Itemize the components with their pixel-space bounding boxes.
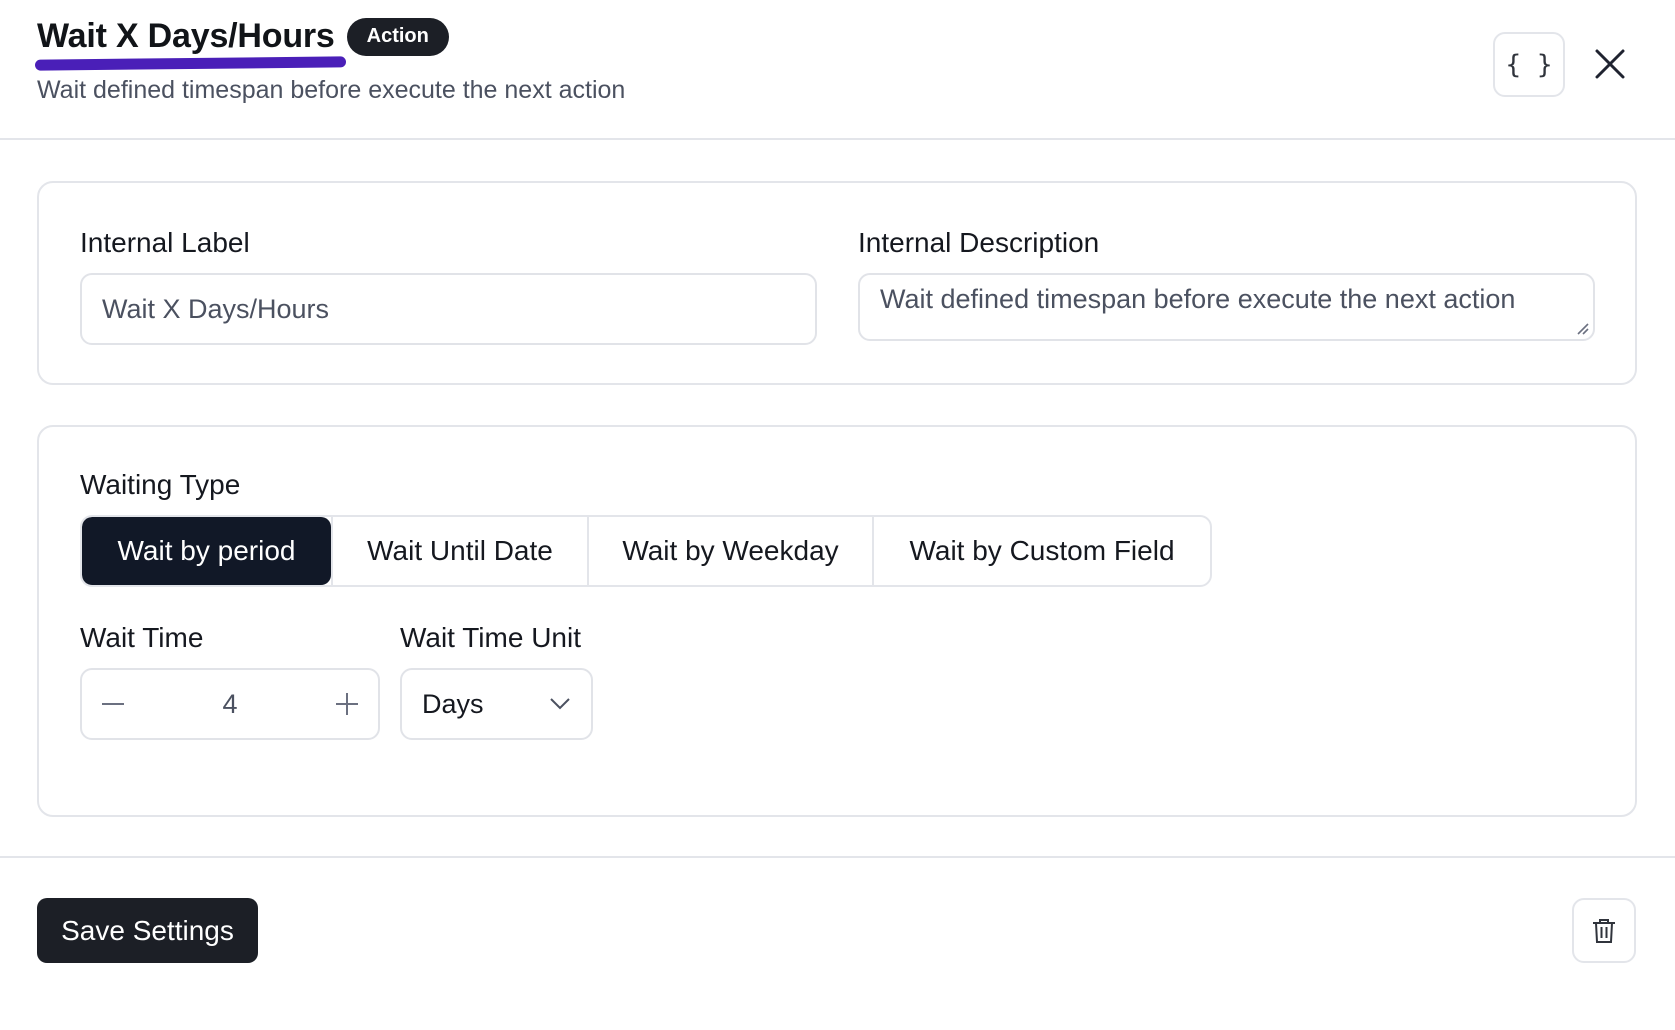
internal-description-textarea[interactable]: Wait defined timespan before execute the… — [858, 273, 1595, 341]
increment-button[interactable] — [334, 691, 360, 717]
footer-divider — [0, 856, 1675, 858]
page-subtitle: Wait defined timespan before execute the… — [37, 76, 626, 104]
internal-description-value: Wait defined timespan before execute the… — [880, 284, 1516, 314]
waiting-type-option-custom-field[interactable]: Wait by Custom Field — [872, 517, 1210, 585]
waiting-type-option-until-date[interactable]: Wait Until Date — [331, 517, 587, 585]
close-icon — [1595, 49, 1625, 79]
waiting-type-option-period[interactable]: Wait by period — [82, 517, 331, 585]
page-title: Wait X Days/Hours — [37, 17, 335, 55]
json-view-button[interactable]: { } — [1493, 32, 1565, 97]
waiting-type-option-weekday[interactable]: Wait by Weekday — [587, 517, 872, 585]
wait-time-label: Wait Time — [80, 622, 204, 653]
decrement-button[interactable] — [100, 691, 126, 717]
trash-icon — [1593, 918, 1615, 943]
wait-time-unit-selected: Days — [422, 688, 484, 719]
delete-button[interactable] — [1572, 898, 1636, 963]
wait-time-input[interactable]: 4 — [222, 689, 237, 720]
minus-icon — [102, 703, 124, 705]
chevron-down-icon — [550, 698, 570, 710]
internal-label-value: Wait X Days/Hours — [102, 293, 330, 324]
plus-icon — [336, 693, 358, 715]
waiting-type-label: Waiting Type — [80, 469, 241, 500]
wait-time-unit-label: Wait Time Unit — [400, 622, 581, 653]
internal-description-label: Internal Description — [858, 227, 1100, 258]
wait-time-stepper: 4 — [80, 668, 380, 740]
resize-grip-icon[interactable] — [1574, 320, 1590, 336]
code-braces-icon: { } — [1505, 49, 1553, 80]
waiting-type-segmented-control: Wait by period Wait Until Date Wait by W… — [80, 515, 1212, 587]
internal-label-label: Internal Label — [80, 227, 250, 258]
waiting-settings-card: Waiting Type Wait by period Wait Until D… — [37, 425, 1637, 817]
panel-header: Wait X Days/Hours Action Wait defined ti… — [0, 0, 1675, 140]
title-row: Wait X Days/Hours Action — [37, 17, 449, 56]
save-settings-button[interactable]: Save Settings — [37, 898, 258, 963]
internal-label-input[interactable]: Wait X Days/Hours — [80, 273, 817, 345]
title-underline-decoration — [34, 56, 347, 71]
wait-time-unit-select[interactable]: Days — [400, 668, 593, 740]
close-button[interactable] — [1590, 42, 1630, 86]
general-settings-card: Internal Label Wait X Days/Hours Interna… — [37, 181, 1637, 385]
action-badge: Action — [346, 17, 449, 56]
